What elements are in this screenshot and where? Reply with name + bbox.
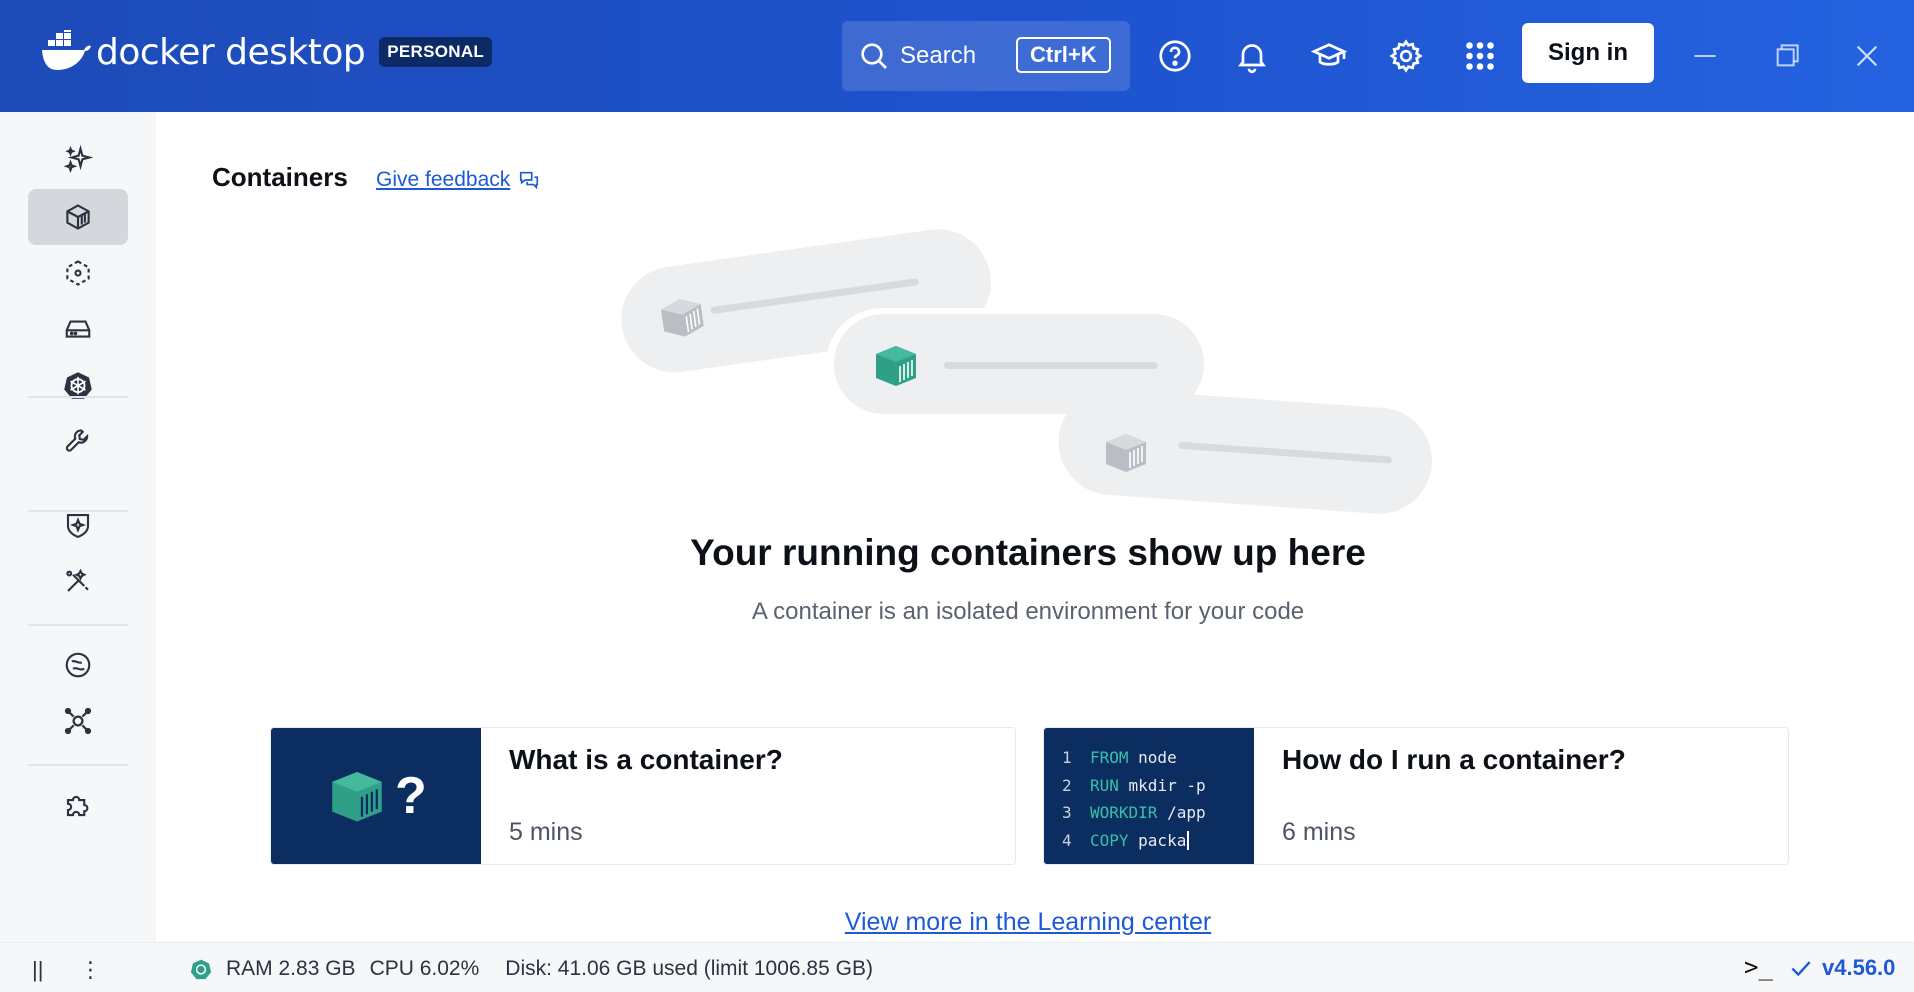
grey-container-icon xyxy=(1106,434,1146,472)
disk-usage: Disk: 41.06 GB used (limit 1006.85 GB) xyxy=(505,957,873,980)
resource-stats: RAM 2.83 GB CPU 6.02% Disk: 41.06 GB use… xyxy=(190,957,887,981)
engine-status-icon xyxy=(190,959,212,980)
collapse-sidebar-icon[interactable]: || xyxy=(32,957,43,983)
wrench-icon xyxy=(65,429,89,452)
brand-name: docker desktop xyxy=(96,31,366,73)
card-title: How do I run a container? xyxy=(1282,744,1626,775)
empty-state-subtitle: A container is an isolated environment f… xyxy=(751,598,1305,625)
puzzle-icon xyxy=(66,795,89,817)
sidebar-item-mcp-toolkit[interactable] xyxy=(28,693,128,749)
code-line: 1 FROM node xyxy=(1062,748,1177,767)
restore-icon[interactable] xyxy=(1771,40,1803,72)
mcp-icon xyxy=(64,707,92,735)
minimize-icon[interactable] xyxy=(1689,40,1721,72)
version-label: v4.56.0 xyxy=(1822,955,1896,980)
ram-usage: RAM 2.83 GB xyxy=(226,957,356,980)
page-title: Containers xyxy=(212,162,348,192)
help-button[interactable] xyxy=(1155,36,1195,76)
docker-logo: docker desktop PERSONAL xyxy=(40,30,493,74)
search-shortcut: Ctrl+K xyxy=(1016,37,1111,73)
sidebar-item-docker-hub[interactable] xyxy=(28,637,128,693)
code-line: 2 RUN mkdir -p xyxy=(1062,775,1206,795)
grid-icon xyxy=(1466,42,1494,70)
chat-bubbles-icon xyxy=(520,171,539,190)
version-status[interactable]: v4.56.0 xyxy=(1788,955,1895,981)
apps-grid-button[interactable] xyxy=(1460,36,1500,76)
dockerfile-snippet: 1 FROM node 2 RUN mkdir -p 3 WORKDIR /app 4… xyxy=(1062,744,1206,854)
empty-state-illustration xyxy=(621,229,1432,514)
code-line: 3 WORKDIR /app xyxy=(1062,803,1206,822)
code-line: 4 COPY packa xyxy=(1062,827,1206,855)
give-feedback-link[interactable]: Give feedback xyxy=(376,168,540,192)
sidebar-divider xyxy=(28,510,128,512)
container-icon xyxy=(332,772,382,822)
sidebar-item-images[interactable] xyxy=(28,245,128,301)
sidebar-item-containers[interactable] xyxy=(28,189,128,245)
settings-button[interactable] xyxy=(1386,36,1426,76)
volumes-icon xyxy=(65,320,91,338)
terminal-button[interactable]: >_ xyxy=(1744,953,1773,981)
sign-in-button[interactable]: Sign in xyxy=(1522,23,1654,83)
status-bar: || ⋮ RAM 2.83 GB CPU 6.02% Disk: 41.06 G… xyxy=(0,942,1914,992)
docker-whale-icon xyxy=(42,30,91,70)
card-thumbnail: 1 FROM node 2 RUN mkdir -p 3 WORKDIR /app 4… xyxy=(1044,728,1254,864)
sidebar-item-extensions[interactable] xyxy=(28,777,128,833)
empty-state-title: Your running containers show up here xyxy=(690,532,1366,573)
sidebar-item-kubernetes[interactable] xyxy=(28,357,128,413)
sparkles-icon xyxy=(63,145,93,174)
card-duration: 5 mins xyxy=(509,818,583,846)
learning-card-what-is-container[interactable]: ? What is a container? 5 mins xyxy=(270,727,1016,865)
sidebar-item-builds[interactable] xyxy=(28,413,128,469)
notifications-button[interactable] xyxy=(1232,36,1272,76)
learning-center-button[interactable] xyxy=(1309,36,1349,76)
cpu-usage: CPU 6.02% xyxy=(369,957,480,980)
sidebar-divider xyxy=(28,764,128,766)
graduation-cap-icon xyxy=(1311,43,1347,66)
learning-center-link[interactable]: View more in the Learning center xyxy=(0,908,1914,937)
footer-controls: || ⋮ xyxy=(32,957,101,983)
gear-icon xyxy=(1389,39,1423,73)
search-icon xyxy=(861,43,887,69)
close-icon[interactable] xyxy=(1851,40,1883,72)
plan-badge: PERSONAL xyxy=(379,37,493,67)
sidebar-divider xyxy=(28,396,128,398)
card-duration: 6 mins xyxy=(1282,818,1356,846)
hub-icon xyxy=(65,652,91,678)
more-options-icon[interactable]: ⋮ xyxy=(79,957,101,983)
learning-card-run-container[interactable]: 1 FROM node 2 RUN mkdir -p 3 WORKDIR /app 4… xyxy=(1043,727,1789,865)
sidebar-item-ask-gordon[interactable] xyxy=(28,132,128,188)
container-icon xyxy=(66,204,90,230)
search-label: Search xyxy=(900,42,977,69)
green-container-icon xyxy=(876,346,916,386)
checkmark-icon xyxy=(1791,961,1811,977)
help-icon xyxy=(1159,40,1191,72)
bell-icon xyxy=(1238,44,1266,74)
card-title: What is a container? xyxy=(509,744,783,775)
give-feedback-label: Give feedback xyxy=(376,168,511,191)
card-thumbnail: ? xyxy=(271,728,481,864)
title-bar: docker desktop PERSONAL Search Ctrl+K Si… xyxy=(0,0,1914,112)
search-button[interactable]: Search Ctrl+K xyxy=(842,21,1130,91)
images-icon xyxy=(66,260,90,286)
sidebar-item-volumes[interactable] xyxy=(28,301,128,357)
question-mark-glyph: ? xyxy=(395,767,427,825)
